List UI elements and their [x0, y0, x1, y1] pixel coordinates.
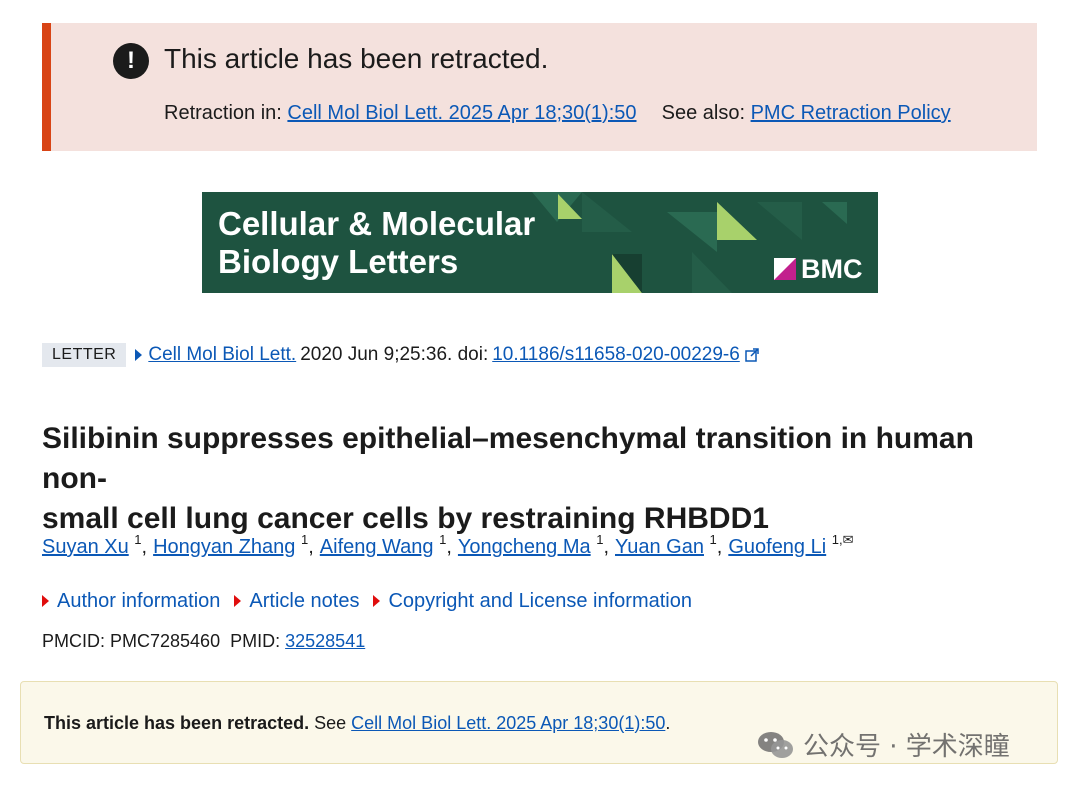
author-list: Suyan Xu 1, Hongyan Zhang 1, Aifeng Wang 1… [42, 532, 854, 558]
see-also-label: See also: [661, 102, 746, 124]
retraction-notice-link[interactable]: Cell Mol Biol Lett. 2025 Apr 18;30(1):50 [351, 713, 665, 733]
pmid-label: PMID: [230, 631, 281, 651]
pmcid: PMCID: PMC7285460 [42, 631, 221, 651]
journal-link[interactable]: Cell Mol Biol Lett. [148, 344, 296, 366]
author-link[interactable]: Yuan Gan [615, 536, 704, 558]
author-link[interactable]: Yongcheng Ma [458, 536, 591, 558]
author-affiliation: 1 [134, 532, 142, 547]
retraction-in-label: Retraction in: [164, 102, 282, 124]
bmc-logo: BMC [774, 255, 863, 283]
external-link-icon[interactable] [745, 348, 759, 362]
journal-title: Cellular & Molecular Biology Letters [218, 205, 536, 280]
author-information-toggle[interactable]: Author information [42, 588, 220, 614]
retraction-in-link[interactable]: Cell Mol Biol Lett. 2025 Apr 18;30(1):50 [287, 102, 636, 124]
bmc-logo-icon [774, 258, 796, 280]
author-link[interactable]: Hongyan Zhang [153, 536, 295, 558]
citation-date: 2020 Jun 9;25:36. doi: [300, 344, 489, 365]
info-toggles: Author information Article notes Copyrig… [42, 588, 692, 614]
expand-triangle-icon [234, 595, 242, 607]
watermark-text: 公众号 · 学术深瞳 [803, 732, 1010, 762]
author-affiliation: 1 [709, 532, 717, 547]
retraction-policy-link[interactable]: PMC Retraction Policy [751, 102, 951, 124]
author-affiliation: 1,✉ [831, 532, 854, 547]
watermark: 公众号 · 学术深瞳 [757, 726, 1010, 763]
article-ids: PMCID: PMC7285460 PMID: 32528541 [42, 628, 365, 654]
retraction-banner: ! This article has been retracted. Retra… [42, 23, 1037, 151]
expand-triangle-icon [42, 595, 49, 607]
article-notes-toggle[interactable]: Article notes [234, 588, 359, 614]
author-link[interactable]: Guofeng Li [728, 536, 826, 558]
author-link[interactable]: Aifeng Wang [320, 536, 434, 558]
pmid-link[interactable]: 32528541 [285, 631, 365, 651]
journal-banner[interactable]: Cellular & Molecular Biology Letters BMC [202, 192, 878, 293]
retraction-title: This article has been retracted. [164, 43, 549, 74]
expand-triangle-icon[interactable] [135, 349, 143, 361]
article-title: Silibinin suppresses epithelial–mesenchy… [42, 422, 974, 535]
exclamation-icon: ! [113, 43, 149, 79]
author-link[interactable]: Suyan Xu [42, 536, 129, 558]
copyright-license-toggle[interactable]: Copyright and License information [373, 588, 692, 614]
retraction-notice-bold: This article has been retracted. [44, 713, 310, 733]
expand-triangle-icon [373, 595, 381, 607]
doi-link[interactable]: 10.1186/s11658-020-00229-6 [492, 344, 740, 366]
retraction-details: Retraction in: Cell Mol Biol Lett. 2025 … [164, 100, 951, 126]
retraction-notice-text: This article has been retracted. See Cel… [44, 713, 671, 733]
wechat-icon [758, 731, 793, 758]
article-type-badge: LETTER [42, 343, 127, 367]
citation-line: LETTER Cell Mol Biol Lett. 2020 Jun 9;25… [42, 342, 759, 368]
retraction-notice-see: See [314, 713, 347, 733]
